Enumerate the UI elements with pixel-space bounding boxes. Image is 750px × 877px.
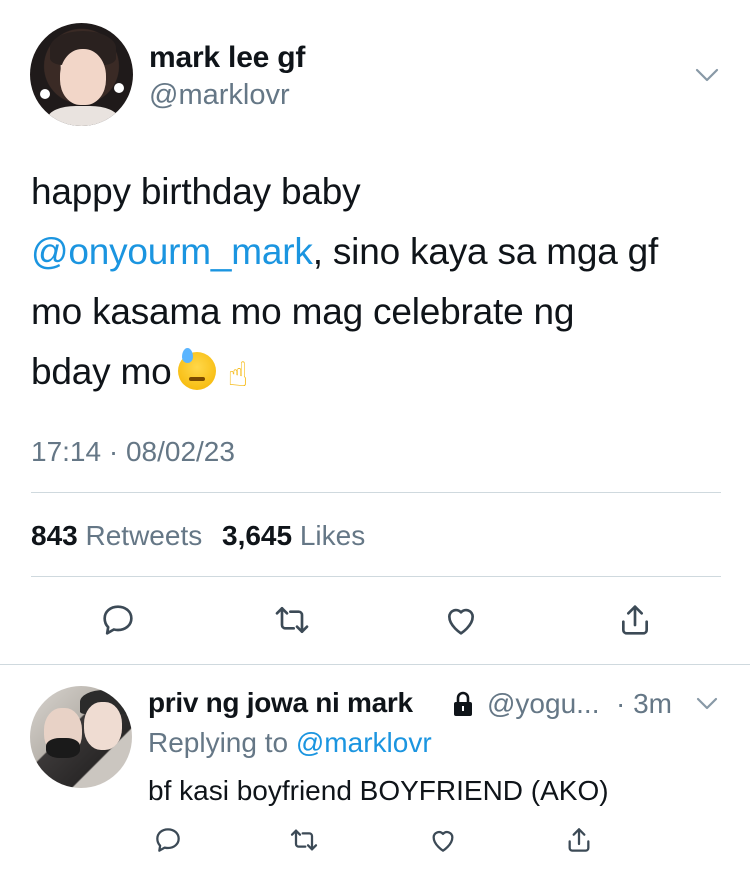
- author-handle[interactable]: @marklovr: [149, 79, 290, 112]
- retweets-count[interactable]: 843: [31, 520, 78, 551]
- avatar-face: [84, 702, 122, 750]
- paw-sticker-icon: [114, 83, 124, 93]
- tweet-text-line: happy birthday baby: [31, 171, 361, 212]
- reply-avatar[interactable]: [30, 686, 132, 788]
- chevron-down-icon[interactable]: [692, 60, 722, 90]
- tweet-text-line: mo kasama mo mag celebrate ng: [31, 291, 575, 332]
- paw-sticker-icon: [40, 89, 50, 99]
- author-name[interactable]: mark lee gf: [149, 41, 305, 75]
- retweets-label[interactable]: Retweets: [86, 520, 203, 551]
- replying-to: Replying to @marklovr: [148, 727, 432, 759]
- divider: [31, 576, 721, 577]
- tweet-text-line: @onyourm_mark, sino kaya sa mga gf: [31, 222, 721, 282]
- retweet-icon[interactable]: [272, 600, 312, 640]
- reply-text: bf kasi boyfriend BOYFRIEND (AKO): [148, 775, 609, 806]
- reply-time[interactable]: · 3m: [616, 688, 672, 720]
- tweet-text: happy birthday baby @onyourm_mark, sino …: [31, 162, 721, 402]
- chevron-down-icon[interactable]: [693, 691, 721, 717]
- likes-label[interactable]: Likes: [300, 520, 365, 551]
- pointing-up-emoji-icon: ☝: [227, 355, 249, 395]
- likes-count[interactable]: 3,645: [222, 520, 292, 551]
- tweet-timestamp[interactable]: 17:14 · 08/02/23: [31, 436, 235, 468]
- like-icon[interactable]: [441, 600, 481, 640]
- tweet-text-fragment: , sino kaya sa mga gf: [312, 231, 659, 272]
- avatar-mask: [46, 738, 80, 758]
- share-icon[interactable]: [563, 824, 595, 856]
- like-icon[interactable]: [427, 824, 459, 856]
- reply-author-handle[interactable]: @yogu...: [487, 688, 599, 720]
- share-icon[interactable]: [615, 600, 655, 640]
- reply-icon[interactable]: [152, 824, 184, 856]
- avatar-face: [60, 49, 106, 105]
- retweet-icon[interactable]: [288, 824, 320, 856]
- reply-icon[interactable]: [98, 600, 138, 640]
- tweet-text-fragment: bday mo: [31, 351, 172, 392]
- replying-to-prefix: Replying to: [148, 727, 289, 758]
- replying-to-handle-link[interactable]: @marklovr: [296, 727, 432, 758]
- tweet-text-line: bday mo ☝: [31, 342, 721, 402]
- lock-icon: [451, 691, 475, 717]
- sweat-face-emoji-icon: [177, 348, 216, 390]
- divider: [0, 664, 750, 665]
- author-avatar[interactable]: [30, 23, 133, 126]
- mention-link[interactable]: @onyourm_mark: [31, 231, 313, 272]
- divider: [31, 492, 721, 493]
- reply-author-name[interactable]: priv ng jowa ni mark: [148, 687, 413, 719]
- avatar-shirt: [48, 106, 118, 126]
- tweet-stats: 843 Retweets 3,645 Likes: [31, 520, 377, 552]
